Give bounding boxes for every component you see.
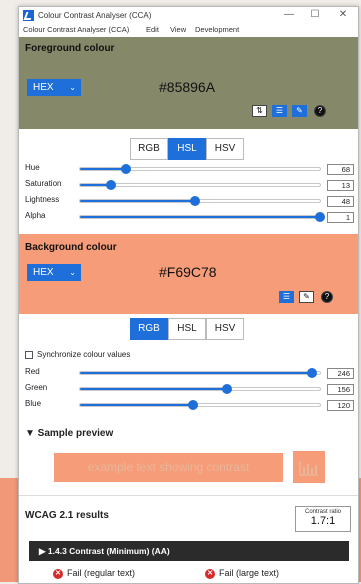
red-slider[interactable] bbox=[79, 368, 321, 378]
title-bar: Colour Contrast Analyser (CCA) — ☐ ✕ bbox=[19, 7, 358, 24]
alpha-slider-thumb[interactable] bbox=[315, 212, 325, 222]
menu-development[interactable]: Development bbox=[195, 25, 239, 34]
foreground-section: Foreground colour HEX ⌄ #85896A ⇅ ☰ ✎ ? bbox=[19, 37, 358, 129]
help-icon[interactable]: ? bbox=[314, 105, 326, 117]
maximize-button[interactable]: ☐ bbox=[305, 8, 325, 22]
saturation-slider-thumb[interactable] bbox=[106, 180, 117, 190]
red-slider-fill bbox=[80, 372, 312, 374]
cca-window: Colour Contrast Analyser (CCA) — ☐ ✕ Col… bbox=[18, 6, 359, 584]
slider-label-green: Green bbox=[25, 383, 48, 392]
saturation-slider[interactable] bbox=[79, 180, 321, 190]
hue-slider-thumb[interactable] bbox=[120, 164, 131, 174]
blue-slider[interactable] bbox=[79, 400, 321, 410]
window-title: Colour Contrast Analyser (CCA) bbox=[38, 11, 152, 20]
swap-colours-icon[interactable]: ⇅ bbox=[252, 105, 267, 117]
lightness-slider-thumb[interactable] bbox=[190, 196, 201, 206]
blue-slider-fill bbox=[80, 404, 194, 406]
fail-icon: ✕ bbox=[205, 568, 215, 579]
tab-hsv[interactable]: HSV bbox=[206, 138, 244, 160]
menu-view[interactable]: View bbox=[170, 25, 186, 34]
close-button[interactable]: ✕ bbox=[333, 8, 353, 22]
background-format-dropdown[interactable]: HEX ⌄ bbox=[27, 264, 81, 281]
foreground-format-label: HEX bbox=[33, 82, 54, 93]
slider-label-alpha: Alpha bbox=[25, 211, 46, 220]
sync-checkbox[interactable] bbox=[25, 351, 33, 359]
criterion-1-4-3-toggle[interactable]: ▶ 1.4.3 Contrast (Minimum) (AA) bbox=[29, 541, 349, 561]
background-format-label: HEX bbox=[33, 267, 54, 278]
sample-preview-toggle[interactable]: ▼ Sample preview bbox=[25, 428, 113, 439]
tab-hsv[interactable]: HSV bbox=[206, 318, 244, 340]
menu-app[interactable]: Colour Contrast Analyser (CCA) bbox=[23, 25, 129, 34]
hue-value-input[interactable]: 68 bbox=[327, 164, 354, 175]
background-tabs: RGB HSL HSV bbox=[130, 318, 246, 340]
lightness-slider-fill bbox=[80, 200, 196, 202]
slider-label-saturation: Saturation bbox=[25, 179, 62, 188]
fail-large-text: ✕ Fail (large text) bbox=[205, 568, 279, 579]
fail-regular-text: ✕ Fail (regular text) bbox=[53, 568, 135, 579]
slider-label-red: Red bbox=[25, 367, 40, 376]
background-title: Background colour bbox=[25, 242, 117, 253]
foreground-title: Foreground colour bbox=[25, 43, 115, 54]
hue-slider-fill bbox=[80, 168, 126, 170]
red-slider-thumb[interactable] bbox=[306, 368, 317, 378]
sample-text: example text showing contrast bbox=[54, 453, 283, 482]
tab-hsl[interactable]: HSL bbox=[168, 138, 206, 160]
chevron-down-icon: ⌄ bbox=[69, 83, 76, 92]
background-section: Background colour HEX ⌄ #F69C78 ☰ ✎ ? bbox=[19, 234, 358, 314]
blue-slider-thumb[interactable] bbox=[188, 400, 199, 410]
foreground-format-dropdown[interactable]: HEX ⌄ bbox=[27, 79, 81, 96]
help-icon[interactable]: ? bbox=[321, 291, 333, 303]
tab-rgb[interactable]: RGB bbox=[130, 318, 168, 340]
app-logo-icon bbox=[23, 10, 34, 21]
section-divider bbox=[19, 495, 358, 496]
menu-bar: Colour Contrast Analyser (CCA) Edit View… bbox=[19, 24, 358, 37]
contrast-ratio-box: Contrast ratio 1.7:1 bbox=[295, 506, 351, 532]
alpha-slider[interactable] bbox=[79, 212, 325, 222]
foreground-hex-input[interactable]: #85896A bbox=[159, 79, 215, 95]
eyedropper-icon[interactable]: ✎ bbox=[292, 105, 307, 117]
sliders-icon[interactable]: ☰ bbox=[279, 291, 294, 303]
fail-large-label: Fail (large text) bbox=[219, 568, 280, 578]
foreground-tabs: RGB HSL HSV bbox=[130, 138, 246, 160]
green-value-input[interactable]: 156 bbox=[327, 384, 354, 395]
blue-value-input[interactable]: 120 bbox=[327, 400, 354, 411]
slider-label-hue: Hue bbox=[25, 163, 40, 172]
green-slider[interactable] bbox=[79, 384, 321, 394]
fail-icon: ✕ bbox=[53, 568, 63, 579]
contrast-ratio-value: 1.7:1 bbox=[310, 515, 336, 527]
sync-label: Synchronize colour values bbox=[37, 350, 131, 359]
slider-label-blue: Blue bbox=[25, 399, 42, 408]
chevron-down-icon: ⌄ bbox=[69, 268, 76, 277]
fail-regular-label: Fail (regular text) bbox=[67, 568, 136, 578]
chart-icon[interactable] bbox=[293, 451, 325, 483]
alpha-value-input[interactable]: 1 bbox=[327, 212, 354, 223]
wcag-title: WCAG 2.1 results bbox=[25, 510, 109, 521]
lightness-value-input[interactable]: 48 bbox=[327, 196, 354, 207]
lightness-slider[interactable] bbox=[79, 196, 321, 206]
slider-label-lightness: Lightness bbox=[25, 195, 60, 204]
alpha-slider-fill bbox=[80, 216, 320, 218]
eyedropper-icon[interactable]: ✎ bbox=[299, 291, 314, 303]
background-hex-input[interactable]: #F69C78 bbox=[159, 264, 217, 280]
green-slider-thumb[interactable] bbox=[221, 384, 232, 394]
tab-hsl[interactable]: HSL bbox=[168, 318, 206, 340]
menu-edit[interactable]: Edit bbox=[146, 25, 159, 34]
sliders-icon[interactable]: ☰ bbox=[272, 105, 287, 117]
green-slider-fill bbox=[80, 388, 227, 390]
tab-rgb[interactable]: RGB bbox=[130, 138, 168, 160]
minimize-button[interactable]: — bbox=[279, 8, 299, 22]
red-value-input[interactable]: 246 bbox=[327, 368, 354, 379]
saturation-value-input[interactable]: 13 bbox=[327, 180, 354, 191]
hue-slider[interactable] bbox=[79, 164, 321, 174]
